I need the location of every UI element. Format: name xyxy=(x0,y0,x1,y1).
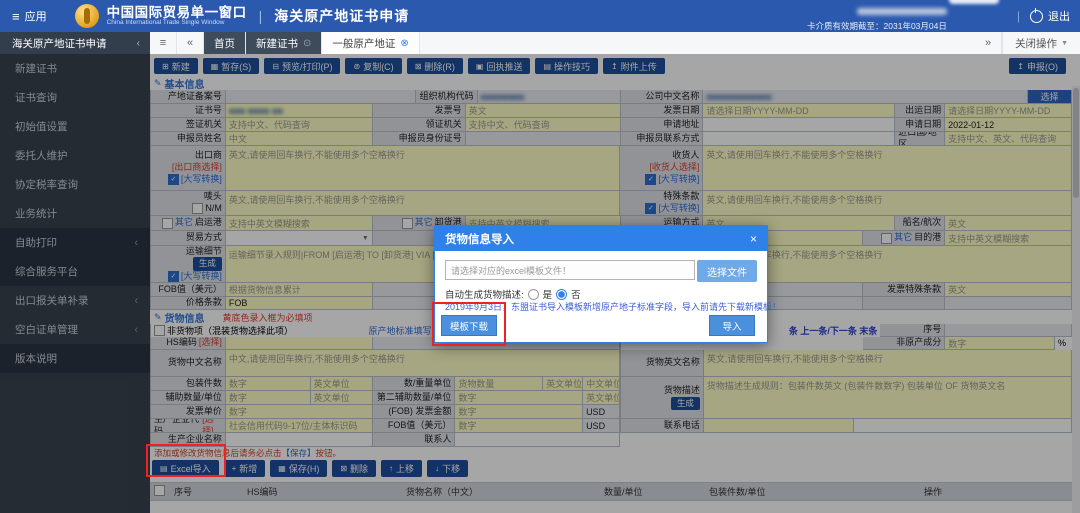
header-right: 卡介质有效期截至：2031年03月04日 | 退出 xyxy=(807,0,1070,31)
radio-yes-label[interactable]: 是 xyxy=(543,287,553,301)
tab-general-certificate-active[interactable]: 一般原产地证 ⊗ xyxy=(322,32,420,54)
card-validity: 卡介质有效期截至：2031年03月04日 xyxy=(807,20,947,31)
redacted-account xyxy=(948,0,999,5)
collapse-sidebar-icon[interactable]: ‹ xyxy=(137,38,140,49)
brand-subtitle: China International Trade Single Window xyxy=(106,18,225,26)
auto-desc-label: 自动生成货物描述: xyxy=(445,290,524,301)
annotation-box-template-download xyxy=(432,302,506,346)
redacted-username xyxy=(856,8,947,16)
tab-bar: 海关原产地证书申请 ‹ ≡ « 首页 新建证书 ⊙ 一般原产地证 ⊗ » 关闭操… xyxy=(0,32,1080,55)
apps-menu[interactable]: 应用 xyxy=(25,8,47,24)
annotation-box-excel-import xyxy=(146,444,226,477)
brand-logo-icon xyxy=(74,4,99,28)
tab-close-icon[interactable]: ⊗ xyxy=(400,38,408,49)
user-info: 卡介质有效期截至：2031年03月04日 xyxy=(807,0,999,31)
tab-label: 首页 xyxy=(214,37,235,50)
tab-list-icon[interactable]: ≡ xyxy=(150,32,177,54)
excel-file-input[interactable]: 请选择对应的excel模板文件！ xyxy=(445,260,695,280)
power-icon[interactable] xyxy=(1030,6,1043,23)
brand-block: 中国国际贸易单一窗口 China International Trade Sin… xyxy=(106,4,247,27)
tab-home[interactable]: 首页 xyxy=(204,32,246,54)
radio-yes[interactable] xyxy=(527,288,539,300)
brand-title: 中国国际贸易单一窗口 xyxy=(106,4,247,20)
auto-desc-radio-group: 自动生成货物描述: 是 否 xyxy=(445,287,581,301)
page-title: 海关原产地证书申请 xyxy=(274,8,410,24)
tab-label: 新建证书 xyxy=(256,37,298,50)
dialog-titlebar: 货物信息导入 × xyxy=(435,226,767,251)
top-header: ≡ 应用 中国国际贸易单一窗口 China International Trad… xyxy=(0,0,1080,32)
close-operations-label: 关闭操作 xyxy=(1015,37,1058,50)
tab-scroll-right-icon[interactable]: » xyxy=(975,32,1003,54)
tabbar-right: » 关闭操作 ▼ xyxy=(975,32,1080,54)
header-sep: | xyxy=(1016,9,1020,23)
chevron-down-icon: ▼ xyxy=(1061,39,1068,47)
tab-scroll-left-icon[interactable]: « xyxy=(177,32,204,54)
radio-no-label[interactable]: 否 xyxy=(571,287,581,301)
sidebar-panel-title[interactable]: 海关原产地证书申请 ‹ xyxy=(0,32,150,54)
tab-refresh-icon[interactable]: ⊙ xyxy=(303,38,311,49)
close-icon[interactable]: × xyxy=(750,232,757,246)
app-window: ≡ 应用 中国国际贸易单一窗口 China International Trad… xyxy=(0,0,1080,513)
logout-button[interactable]: 退出 xyxy=(1048,8,1070,24)
close-operations-dropdown[interactable]: 关闭操作 ▼ xyxy=(1002,32,1080,54)
dialog-title: 货物信息导入 xyxy=(445,233,514,246)
sidebar-panel-label: 海关原产地证书申请 xyxy=(12,37,107,50)
hamburger-icon[interactable]: ≡ xyxy=(12,9,20,24)
tab-label: 一般原产地证 xyxy=(332,37,396,50)
import-button[interactable]: 导入 xyxy=(709,315,755,336)
radio-no-selected[interactable] xyxy=(556,288,568,300)
header-divider: | xyxy=(258,8,263,24)
choose-file-button[interactable]: 选择文件 xyxy=(697,260,757,282)
tab-new-certificate[interactable]: 新建证书 ⊙ xyxy=(246,32,323,54)
